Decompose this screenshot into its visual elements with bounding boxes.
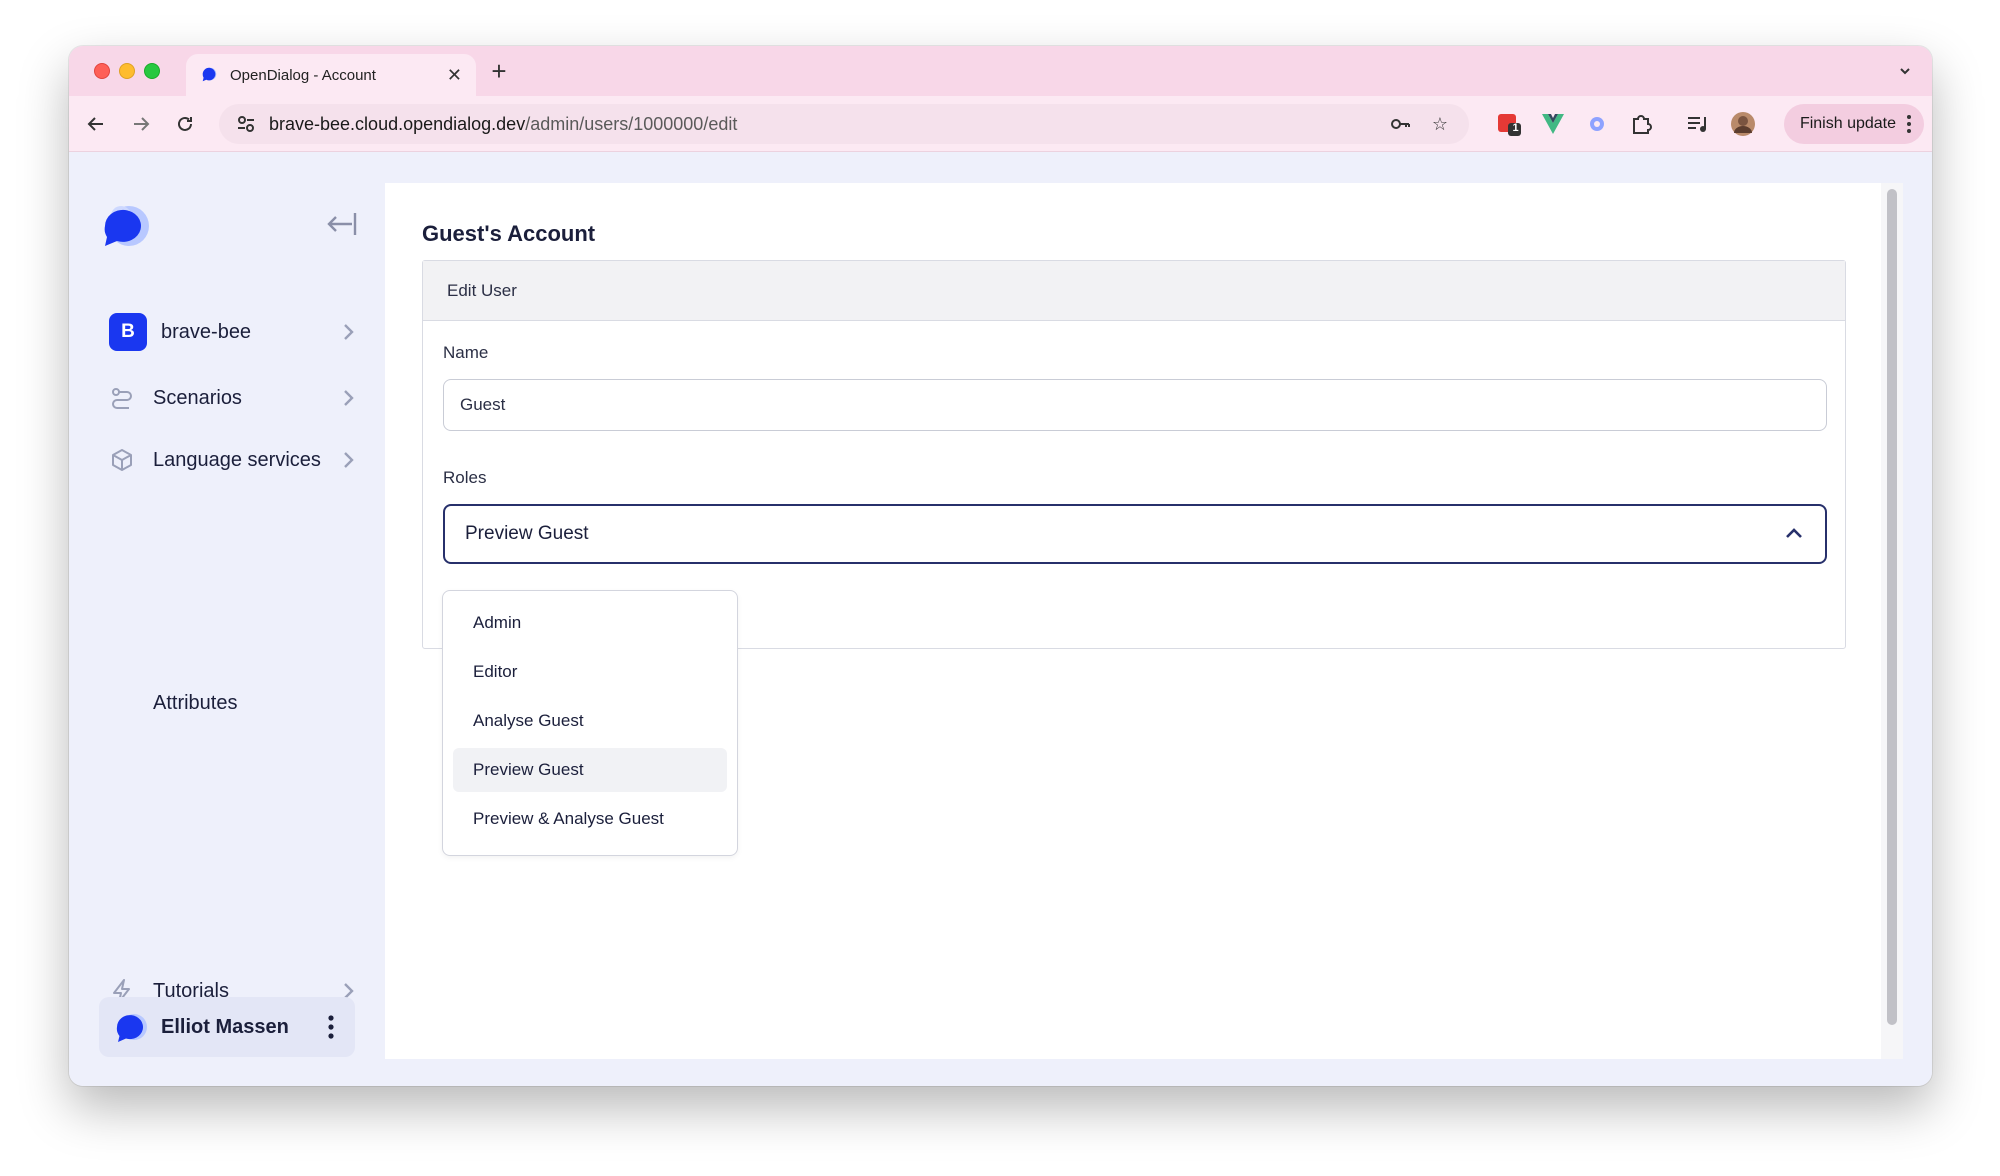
maximize-window-button[interactable] bbox=[144, 63, 160, 79]
card-header: Edit User bbox=[423, 261, 1845, 321]
sidebar: B brave-bee Scenarios Language services bbox=[69, 153, 384, 1086]
back-arrow-icon[interactable] bbox=[81, 109, 111, 139]
avatar bbox=[116, 1014, 147, 1042]
reload-icon[interactable] bbox=[170, 109, 200, 139]
new-tab-button[interactable]: + bbox=[484, 56, 514, 87]
browser-window: OpenDialog - Account ✕ + brave-bee.cloud… bbox=[69, 46, 1932, 1086]
bookmark-star-icon[interactable]: ☆ bbox=[1427, 111, 1453, 137]
sidebar-item-workspace[interactable]: B brave-bee bbox=[109, 310, 359, 354]
workspace-label: brave-bee bbox=[161, 320, 252, 343]
extensions-puzzle-icon[interactable] bbox=[1627, 110, 1655, 138]
browser-toolbar: brave-bee.cloud.opendialog.dev/admin/use… bbox=[69, 96, 1932, 152]
scrollbar-track[interactable] bbox=[1881, 183, 1903, 1059]
finish-update-label: Finish update bbox=[1799, 115, 1896, 132]
tab-search-chevron-icon[interactable] bbox=[1890, 56, 1920, 86]
name-label: Name bbox=[443, 343, 489, 362]
more-vertical-icon[interactable] bbox=[321, 1013, 341, 1041]
site-settings-icon[interactable] bbox=[235, 113, 257, 135]
cube-icon bbox=[112, 449, 132, 471]
sidebar-item-label: Scenarios bbox=[153, 386, 242, 409]
vue-devtools-icon[interactable] bbox=[1539, 110, 1567, 138]
sidebar-item-label: Attributes bbox=[153, 691, 238, 714]
sidebar-item-attributes[interactable]: Attributes bbox=[109, 681, 359, 725]
gear-extension-icon[interactable] bbox=[1583, 110, 1611, 138]
route-icon bbox=[112, 388, 132, 409]
app-area: B brave-bee Scenarios Language services bbox=[69, 153, 1932, 1086]
sidebar-item-label: Language services bbox=[153, 448, 321, 471]
role-option-preview-guest[interactable]: Preview Guest bbox=[453, 748, 727, 792]
calendar-extension-icon[interactable]: 1 bbox=[1495, 110, 1523, 138]
chevron-right-icon bbox=[344, 324, 354, 340]
close-window-button[interactable] bbox=[94, 63, 110, 79]
chevron-up-icon bbox=[1786, 528, 1802, 538]
attributes-icon-placeholder bbox=[109, 690, 135, 716]
chevron-right-icon bbox=[344, 390, 354, 406]
sidebar-item-language-services[interactable]: Language services bbox=[109, 438, 359, 482]
tab-strip: OpenDialog - Account ✕ + bbox=[69, 46, 1932, 96]
sidebar-item-scenarios[interactable]: Scenarios bbox=[109, 376, 359, 420]
tab-title: OpenDialog - Account bbox=[230, 66, 376, 84]
url-text: brave-bee.cloud.opendialog.dev/admin/use… bbox=[269, 114, 1373, 135]
roles-label: Roles bbox=[443, 468, 487, 487]
collapse-sidebar-icon[interactable] bbox=[324, 210, 358, 238]
role-option-analyse-guest[interactable]: Analyse Guest bbox=[453, 699, 727, 743]
profile-avatar-icon[interactable] bbox=[1729, 110, 1757, 138]
name-input[interactable] bbox=[443, 379, 1827, 431]
roles-selected-value: Preview Guest bbox=[465, 523, 589, 544]
password-key-icon[interactable] bbox=[1387, 111, 1413, 137]
tab-close-icon[interactable]: ✕ bbox=[447, 65, 462, 86]
roles-dropdown-menu: Admin Editor Analyse Guest Preview Guest… bbox=[442, 590, 738, 856]
url-host: brave-bee.cloud.opendialog.dev bbox=[269, 113, 526, 134]
minimize-window-button[interactable] bbox=[119, 63, 135, 79]
role-option-preview-analyse-guest[interactable]: Preview & Analyse Guest bbox=[453, 797, 727, 841]
opendialog-favicon-icon bbox=[202, 67, 217, 82]
extension-badge: 1 bbox=[1512, 122, 1519, 134]
media-controls-icon[interactable] bbox=[1683, 110, 1711, 138]
user-menu[interactable]: Elliot Massen bbox=[99, 997, 355, 1057]
scrollbar-thumb[interactable] bbox=[1887, 189, 1897, 1025]
url-path: /admin/users/1000000/edit bbox=[525, 113, 738, 134]
finish-update-button[interactable]: Finish update bbox=[1783, 104, 1924, 144]
role-option-admin[interactable]: Admin bbox=[453, 601, 727, 645]
user-name: Elliot Massen bbox=[161, 1015, 289, 1038]
forward-arrow-icon[interactable] bbox=[126, 109, 156, 139]
page-title: Guest's Account bbox=[422, 221, 596, 246]
browser-tab-active[interactable]: OpenDialog - Account ✕ bbox=[186, 54, 476, 96]
roles-select[interactable]: Preview Guest bbox=[443, 504, 1827, 564]
main-content: Guest's Account Edit User Name Roles Pre… bbox=[385, 183, 1903, 1059]
role-option-editor[interactable]: Editor bbox=[453, 650, 727, 694]
chevron-right-icon bbox=[344, 452, 354, 468]
workspace-badge: B bbox=[109, 313, 147, 351]
opendialog-logo-icon[interactable] bbox=[99, 200, 151, 252]
more-vertical-icon bbox=[1907, 115, 1911, 133]
address-bar[interactable]: brave-bee.cloud.opendialog.dev/admin/use… bbox=[219, 104, 1469, 144]
